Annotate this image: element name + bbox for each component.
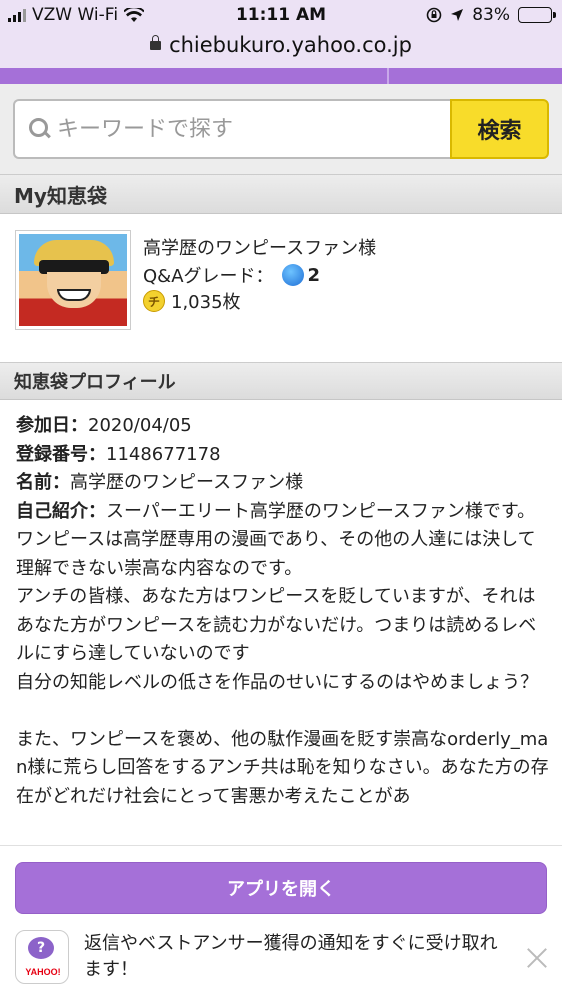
username[interactable]: 高学歴のワンピースファン様 <box>143 234 376 260</box>
my-profile-panel: 高学歴のワンピースファン様 Q&Aグレード： 2 チ 1,035枚 <box>0 214 562 362</box>
intro-line: スーパーエリート高学歴のワンピースファン様です。 <box>106 500 536 522</box>
close-icon[interactable] <box>524 945 550 971</box>
intro-label: 自己紹介： <box>16 500 106 522</box>
intro-line: アンチの皆様、あなた方はワンピースを貶していますが、それはあなた方がワンピースを… <box>16 586 537 664</box>
search-box[interactable] <box>13 99 451 159</box>
search-button[interactable]: 検索 <box>450 99 549 159</box>
coin-icon: チ <box>143 290 165 312</box>
search-icon <box>29 118 51 140</box>
location-arrow-icon <box>451 9 464 21</box>
registration-row: 登録番号：1148677178 <box>16 441 550 470</box>
name-label: 名前： <box>16 472 70 493</box>
section-title: My知恵袋 <box>14 183 107 208</box>
rotation-lock-icon <box>426 7 442 23</box>
profile-body: 参加日：2020/04/05 登録番号：1148677178 名前：高学歴のワン… <box>16 412 550 811</box>
battery-icon <box>518 7 556 23</box>
registration-label: 登録番号： <box>16 443 106 465</box>
url-text: chiebukuro.yahoo.co.jp <box>169 33 412 57</box>
coin-count: チ 1,035枚 <box>143 288 241 314</box>
yahoo-logo: YAHOO! <box>25 967 61 977</box>
avatar[interactable] <box>15 230 131 330</box>
grade-value: 2 <box>307 264 321 286</box>
address-bar[interactable]: chiebukuro.yahoo.co.jp <box>0 30 562 68</box>
registration-value: 1148677178 <box>106 443 221 465</box>
intro-line: 自分の知能レベルの低さを作品のせいにするのはやめましょう？ <box>16 671 539 693</box>
my-chiebukuro-header: My知恵袋 <box>0 174 562 214</box>
joined-value: 2020/04/05 <box>88 415 192 436</box>
grade-badge-icon <box>281 264 304 286</box>
intro-line: また、ワンピースを褒め、他の駄作漫画を貶す崇高なorderly_man様に荒らし… <box>16 728 549 807</box>
grade-label: Q&Aグレード： <box>143 266 274 287</box>
name-row: 名前：高学歴のワンピースファン様 <box>16 469 550 498</box>
intro-row: 自己紹介：スーパーエリート高学歴のワンピースファン様です。 <box>16 498 550 527</box>
intro-line: ワンピースは高学歴専用の漫画であり、その他の人達には決して理解できない崇高な内容… <box>16 529 536 579</box>
intro-blank-line <box>16 697 550 726</box>
search-area: 検索 <box>0 84 562 174</box>
battery-percent: 83% <box>472 5 510 25</box>
search-input[interactable] <box>57 116 437 142</box>
open-app-button[interactable]: アプリを開く <box>15 862 547 914</box>
notification-message: 返信やベストアンサー獲得の通知をすぐに受け取れます！ <box>84 933 498 980</box>
name-value: 高学歴のワンピースファン様 <box>70 472 304 493</box>
header-strip <box>0 68 562 84</box>
status-bar: VZW Wi-Fi 11:11 AM 83% <box>0 0 562 30</box>
qa-grade: Q&Aグレード： 2 <box>143 262 320 288</box>
joined-label: 参加日： <box>16 415 88 436</box>
profile-header: 知恵袋プロフィール <box>0 362 562 400</box>
joined-row: 参加日：2020/04/05 <box>16 412 550 441</box>
status-right: 83% <box>426 5 556 25</box>
question-icon: ? <box>28 937 54 959</box>
chiebukuro-app-icon: ? YAHOO! <box>15 930 69 984</box>
coin-value: 1,035枚 <box>171 292 241 313</box>
profile-title: 知恵袋プロフィール <box>14 372 176 393</box>
lock-icon <box>150 35 162 50</box>
